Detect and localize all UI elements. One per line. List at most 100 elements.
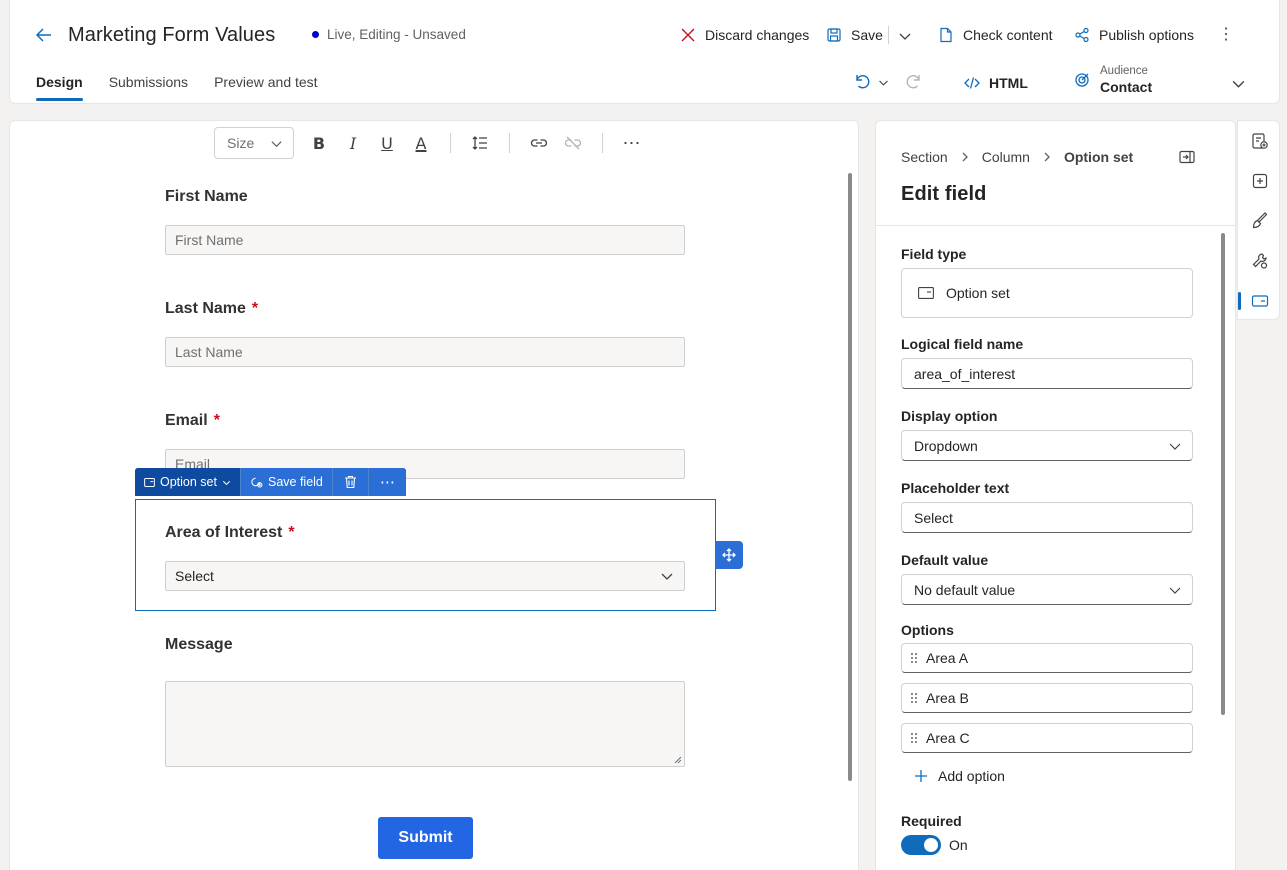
move-field-handle[interactable] (715, 541, 743, 569)
italic-icon[interactable]: I (336, 127, 370, 159)
chevron-down-icon (1169, 587, 1181, 594)
field-properties-icon[interactable] (1251, 292, 1269, 310)
delete-field-button[interactable] (332, 468, 369, 496)
target-icon (1075, 73, 1089, 87)
save-options-chevron-icon[interactable] (898, 29, 912, 43)
line-spacing-icon[interactable] (463, 127, 497, 159)
undo-icon[interactable] (853, 72, 871, 90)
drag-handle-icon[interactable] (910, 732, 918, 744)
add-option-button[interactable]: Add option (914, 768, 1005, 784)
tab-bar: Design Submissions Preview and test (36, 74, 318, 101)
audience-value: Contact (1100, 79, 1153, 95)
resize-grip-icon[interactable] (674, 756, 682, 764)
audience-chevron-down-icon[interactable] (1231, 76, 1246, 91)
tools-icon[interactable] (1251, 252, 1269, 270)
page-header: Marketing Form Values Live, Editing - Un… (9, 0, 1280, 104)
divider (509, 133, 510, 153)
option-set-icon (918, 287, 934, 299)
required-toggle-state: On (949, 837, 968, 853)
field-type-dropdown[interactable]: Option set (135, 468, 241, 496)
toggle-knob (924, 838, 938, 852)
link-icon[interactable] (522, 127, 556, 159)
side-rail (1237, 120, 1280, 320)
chevron-down-icon (1169, 443, 1181, 450)
chevron-right-icon (1044, 152, 1050, 162)
required-mark: * (288, 524, 295, 541)
message-textarea[interactable] (165, 681, 685, 767)
option-item[interactable]: Area B (901, 683, 1193, 713)
last-name-input[interactable]: Last Name (165, 337, 685, 367)
more-field-actions-button[interactable]: ⋯ (368, 468, 406, 496)
font-color-icon[interactable]: A (404, 127, 438, 159)
unlink-icon[interactable] (556, 127, 590, 159)
font-size-dropdown[interactable]: Size (214, 127, 294, 159)
back-arrow-icon[interactable] (34, 25, 54, 45)
edit-field-panel: Section Column Option set Edit field Fie… (875, 120, 1236, 870)
tab-submissions[interactable]: Submissions (109, 74, 188, 98)
theme-brush-icon[interactable] (1251, 212, 1269, 230)
add-section-icon[interactable] (1251, 172, 1269, 190)
field-type-label: Field type (901, 246, 967, 262)
discard-changes-button[interactable]: Discard changes (680, 24, 809, 46)
breadcrumb-column[interactable]: Column (982, 149, 1030, 165)
required-toggle[interactable] (901, 835, 941, 855)
publish-options-button[interactable]: Publish options (1074, 24, 1194, 46)
panel-scrollbar[interactable] (1221, 233, 1225, 715)
tab-preview-and-test[interactable]: Preview and test (214, 74, 318, 98)
options-label: Options (901, 622, 954, 638)
text-format-toolbar: Size B I U A ⋯ (214, 127, 649, 159)
submit-button[interactable]: Submit (378, 817, 473, 859)
rail-active-indicator (1238, 292, 1241, 310)
option-item[interactable]: Area A (901, 643, 1193, 673)
first-name-label: First Name (165, 188, 248, 205)
logical-field-name-label: Logical field name (901, 336, 1024, 352)
message-label: Message (165, 636, 233, 653)
audience-selector[interactable]: Audience Contact (1074, 65, 1152, 95)
save-field-button[interactable]: Save field (240, 468, 333, 496)
chevron-down-icon (661, 573, 673, 580)
default-value-dropdown[interactable]: No default value (901, 574, 1193, 605)
first-name-input[interactable]: First Name (165, 225, 685, 255)
logical-field-name-input[interactable]: area_of_interest (901, 358, 1193, 389)
undo-options-chevron-icon[interactable] (878, 77, 889, 88)
tab-design[interactable]: Design (36, 74, 83, 101)
divider (602, 133, 603, 153)
bold-icon[interactable]: B (302, 127, 336, 159)
status-text: Live, Editing - Unsaved (327, 27, 466, 42)
panel-title: Edit field (901, 183, 987, 205)
more-format-icon[interactable]: ⋯ (615, 127, 649, 159)
html-button[interactable]: HTML (964, 72, 1028, 94)
save-button[interactable]: Save (826, 24, 883, 46)
form-canvas: Size B I U A ⋯ First Name First Name Las… (9, 120, 859, 870)
chevron-down-icon (271, 140, 282, 147)
save-icon (827, 28, 841, 42)
redo-icon[interactable] (905, 72, 923, 90)
status-indicator: Live, Editing - Unsaved (312, 27, 466, 42)
chevron-right-icon (962, 152, 968, 162)
breadcrumb: Section Column Option set (901, 149, 1133, 165)
divider (888, 26, 889, 44)
field-type-display: Option set (901, 268, 1193, 318)
placeholder-text-input[interactable]: Select (901, 502, 1193, 533)
last-name-label: Last Name * (165, 300, 259, 317)
area-of-interest-label: Area of Interest * (165, 524, 295, 541)
more-options-icon[interactable]: ⋮ (1218, 25, 1234, 45)
required-mark: * (251, 300, 259, 317)
more-icon: ⋯ (379, 474, 395, 491)
move-icon (722, 548, 736, 562)
check-content-button[interactable]: Check content (938, 24, 1053, 46)
collapse-panel-icon[interactable] (1179, 149, 1195, 165)
chevron-down-icon (222, 480, 231, 485)
option-item[interactable]: Area C (901, 723, 1193, 753)
breadcrumb-section[interactable]: Section (901, 149, 948, 165)
canvas-scrollbar[interactable] (848, 173, 852, 781)
selected-field-outline[interactable] (135, 499, 716, 611)
drag-handle-icon[interactable] (910, 652, 918, 664)
area-of-interest-select[interactable]: Select (165, 561, 685, 591)
underline-icon[interactable]: U (370, 127, 404, 159)
option-set-icon (144, 477, 155, 487)
display-option-dropdown[interactable]: Dropdown (901, 430, 1193, 461)
drag-handle-icon[interactable] (910, 692, 918, 704)
form-elements-icon[interactable] (1251, 132, 1269, 150)
required-mark: * (213, 412, 220, 429)
